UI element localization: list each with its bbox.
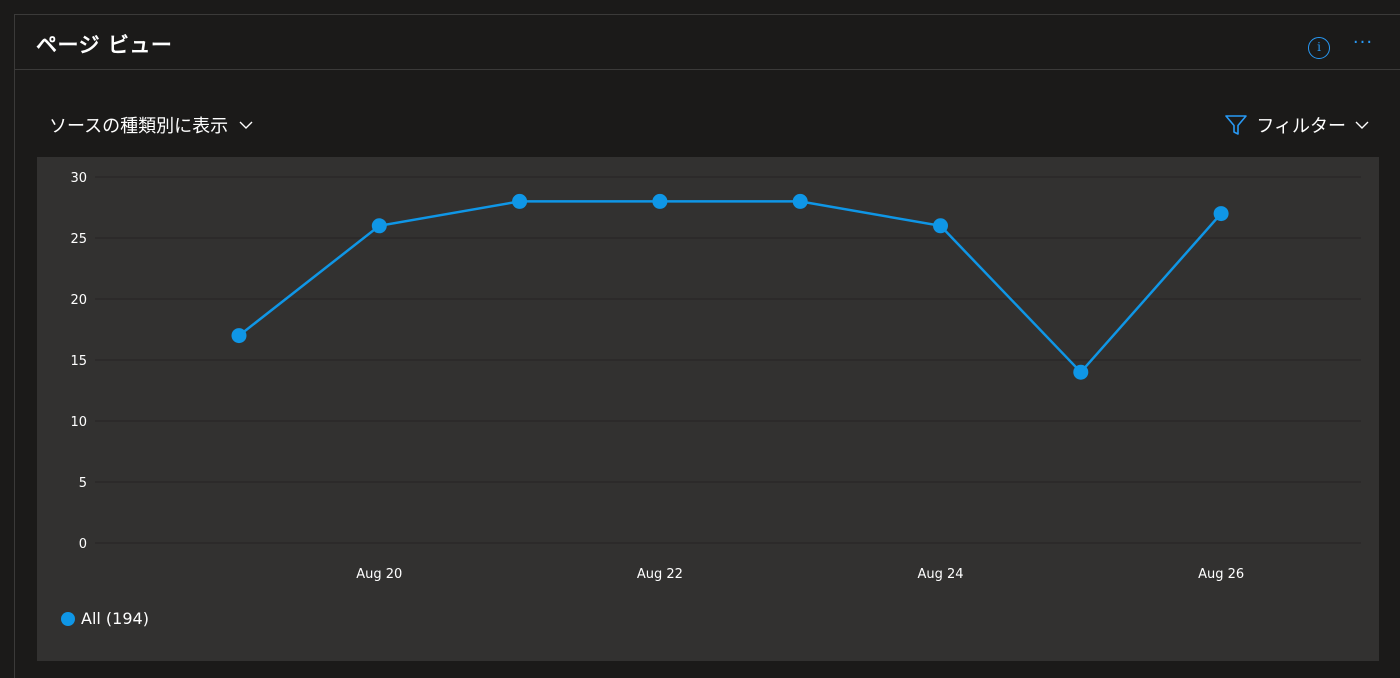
data-point[interactable]	[1073, 364, 1089, 380]
info-icon[interactable]: i	[1308, 37, 1330, 59]
x-tick-label: Aug 26	[1198, 567, 1244, 582]
view-by-source-type-dropdown[interactable]: ソースの種類別に表示	[49, 112, 254, 138]
legend-marker	[61, 611, 75, 626]
x-tick-label: Aug 24	[917, 567, 963, 582]
y-tick-label: 10	[70, 415, 87, 430]
y-tick-label: 5	[79, 476, 87, 491]
more-options-icon[interactable]: ···	[1350, 34, 1376, 55]
x-tick-label: Aug 22	[637, 567, 683, 582]
page-views-card: ページ ビュー i ··· ソースの種類別に表示 フィルター 0 5 10 15 20 2…	[14, 14, 1400, 678]
legend-label: All (194)	[81, 609, 149, 628]
data-point[interactable]	[652, 193, 668, 209]
view-by-label: ソースの種類別に表示	[49, 116, 229, 137]
data-point[interactable]	[792, 193, 808, 209]
filter-icon	[1225, 115, 1248, 135]
chevron-down-icon	[1355, 121, 1369, 129]
legend-item-all[interactable]: All (194)	[61, 609, 149, 628]
data-point[interactable]	[512, 193, 528, 209]
chart-area: 0 5 10 15 20 25 30 Aug 20 Aug 22 Aug 24 Aug 26 All…	[37, 157, 1379, 661]
card-header: ページ ビュー i ···	[15, 15, 1400, 70]
y-tick-label: 20	[70, 293, 87, 308]
data-point[interactable]	[371, 218, 387, 234]
data-point[interactable]	[933, 218, 948, 234]
card-title: ページ ビュー	[36, 33, 173, 57]
y-tick-label: 15	[70, 354, 87, 369]
data-point[interactable]	[1213, 206, 1229, 222]
y-tick-label: 25	[70, 232, 87, 247]
data-point[interactable]	[231, 328, 247, 344]
line-chart: 0 5 10 15 20 25 30 Aug 20 Aug 22 Aug 24 Aug 26	[70, 171, 1361, 582]
chevron-down-icon	[239, 121, 253, 129]
x-tick-label: Aug 20	[356, 567, 402, 582]
filter-label: フィルター	[1256, 116, 1346, 137]
y-tick-label: 30	[70, 171, 87, 186]
filter-button[interactable]: フィルター	[1224, 112, 1370, 138]
y-tick-label: 0	[79, 537, 87, 552]
